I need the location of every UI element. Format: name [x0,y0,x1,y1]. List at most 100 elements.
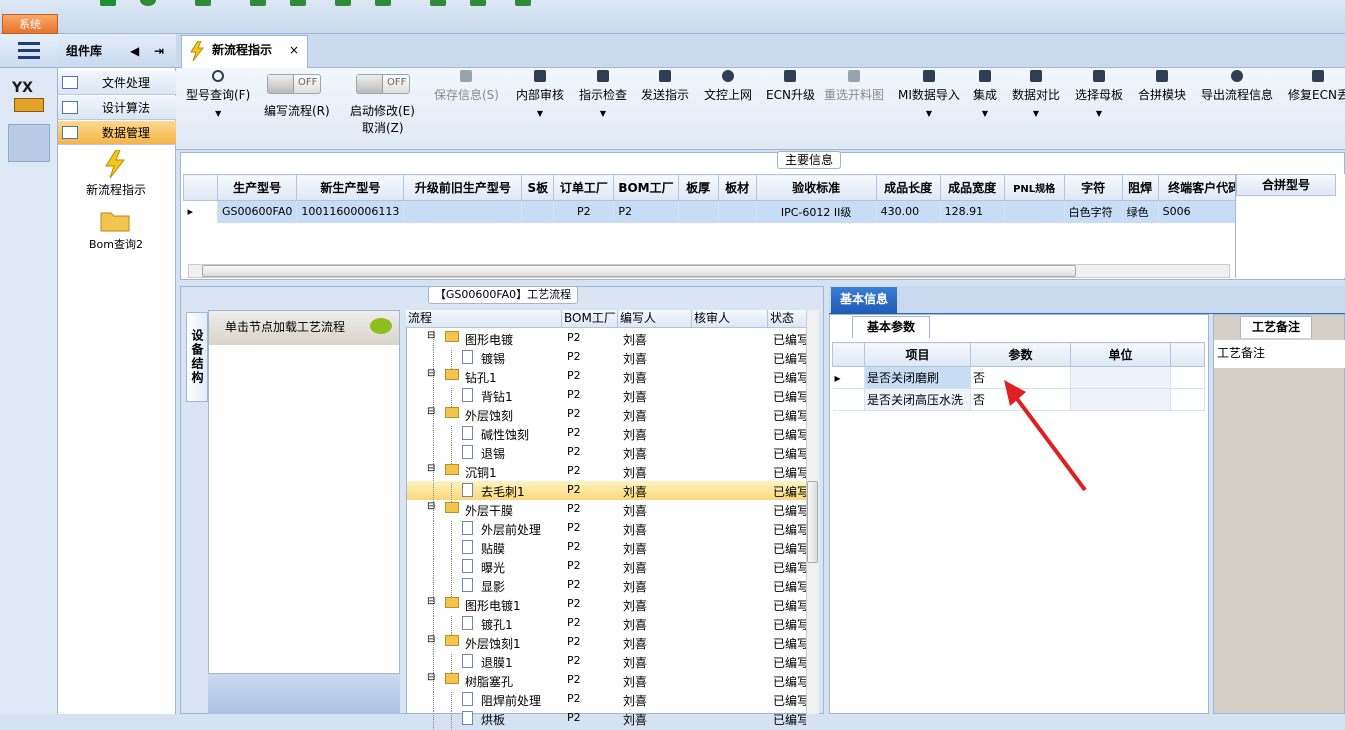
search-icon[interactable] [100,0,116,6]
col-header[interactable]: 流程 [406,310,562,328]
tree-row[interactable]: ⊟ 图形电镀 P2 刘喜 已编写 [407,329,807,350]
menu-button[interactable] [0,34,58,68]
edit-flow-toggle[interactable]: OFF [267,74,321,94]
tree-row[interactable]: ⊟ 外层蚀刻1 P2 刘喜 已编写 [407,633,807,654]
tree-row[interactable]: 退锡 P2 刘喜 已编写 [407,443,807,464]
toolbar-icon[interactable] [195,0,211,6]
tree-row[interactable]: 背钻1 P2 刘喜 已编写 [407,386,807,407]
collapse-icon[interactable]: ⊟ [427,368,435,379]
tool-new-flow[interactable]: 新流程指示 [66,181,166,198]
comp-item-data[interactable]: 数据管理 [58,121,176,145]
tab-equipment-structure[interactable]: 设备结构 [186,312,208,402]
col-header[interactable]: BOM工厂 [562,310,618,328]
model-query-button[interactable]: 型号查询(F) ▼ [186,70,250,118]
scrollbar-thumb[interactable] [202,265,1076,277]
repair-ecn-button[interactable]: 修复ECN丢 [1288,70,1345,103]
save-icon[interactable] [290,0,306,6]
col-header[interactable]: 成品长度 [875,174,941,201]
tools-icon[interactable] [250,0,266,6]
integrate-button[interactable]: 集成 ▼ [973,70,997,118]
table-row[interactable]: ▸ GS00600FA0 10011600006113 P2 P2 IPC-60… [183,200,1251,223]
yx-logo-icon[interactable]: YX [10,80,48,114]
tab-basic-params[interactable]: 基本参数 [852,316,930,338]
tree-row[interactable]: 显影 P2 刘喜 已编写 [407,576,807,597]
collapse-icon[interactable]: ⊟ [427,330,435,341]
tree-row[interactable]: 镀锡 P2 刘喜 已编写 [407,348,807,369]
col-header[interactable]: 状态 [768,310,806,328]
lock-icon[interactable] [430,0,446,6]
col-header[interactable]: 生产型号 [216,174,298,201]
tree-row[interactable]: 曝光 P2 刘喜 已编写 [407,557,807,578]
tree-row[interactable]: ⊟ 外层干膜 P2 刘喜 已编写 [407,500,807,521]
tree-row[interactable]: ⊟ 外层蚀刻 P2 刘喜 已编写 [407,405,807,426]
col-header[interactable]: S板 [521,174,555,201]
merge-module-button[interactable]: 合拼模块 [1138,70,1186,103]
tree-row[interactable]: 贴膜 P2 刘喜 已编写 [407,538,807,559]
pin-icon[interactable]: ⇥ [154,34,164,68]
grid-icon[interactable] [375,0,391,6]
col-header[interactable]: 字符 [1063,174,1123,201]
tree-row[interactable]: 外层前处理 P2 刘喜 已编写 [407,519,807,540]
tab-new-flow[interactable]: 新流程指示 × [181,35,308,68]
col-header[interactable]: PNL规格 [1003,174,1065,201]
collapse-icon[interactable]: ⊟ [427,596,435,607]
internal-review-button[interactable]: 内部审核 ▼ [516,70,564,118]
tree-row[interactable]: 碱性蚀刻 P2 刘喜 已编写 [407,424,807,445]
col-header[interactable]: BOM工厂 [613,174,679,201]
col-header[interactable]: 核审人 [692,310,768,328]
col-header[interactable]: 升级前旧生产型号 [403,174,523,201]
col-header[interactable]: 成品宽度 [939,174,1005,201]
tree-row[interactable]: 阻焊前处理 P2 刘喜 已编写 [407,690,807,711]
col-header[interactable]: 新生产型号 [296,174,405,201]
folder-open-icon[interactable] [100,208,130,232]
export-flow-button[interactable]: 导出流程信息 [1201,70,1273,103]
tool-bom-query[interactable]: Bom查询2 [66,236,166,252]
tree-row[interactable]: 镀孔1 P2 刘喜 已编写 [407,614,807,635]
ecn-upgrade-button[interactable]: ECN升级 [766,70,815,103]
indication-check-button[interactable]: 指示检查 ▼ [579,70,627,118]
enable-edit-toggle[interactable]: OFF [356,74,410,94]
tree-row[interactable]: ⊟ 树脂塞孔 P2 刘喜 已编写 [407,671,807,692]
comp-item-design[interactable]: 设计算法 [58,96,176,120]
collapse-icon[interactable]: ⊟ [427,501,435,512]
col-header[interactable]: 板材 [717,174,757,201]
cancel-label[interactable]: 取消(Z) [362,119,404,136]
comp-item-file[interactable]: 文件处理 [58,71,176,95]
collapse-icon[interactable]: ⊟ [427,463,435,474]
doc-icon[interactable] [515,0,531,6]
system-tab[interactable]: 系统 [2,14,58,34]
tree-row[interactable]: ⊟ 图形电镀1 P2 刘喜 已编写 [407,595,807,616]
col-header[interactable]: 参数 [970,342,1071,367]
close-icon[interactable]: × [289,36,299,64]
scrollbar-thumb[interactable] [807,481,818,563]
col-header[interactable]: 验收标准 [755,174,877,201]
col-header[interactable]: 项目 [864,342,971,367]
tree-row[interactable]: ⊟ 钻孔1 P2 刘喜 已编写 [407,367,807,388]
col-header[interactable]: 板厚 [677,174,719,201]
tab-basic-info[interactable]: 基本信息 [831,287,897,314]
col-header[interactable]: 单位 [1070,342,1171,367]
send-indication-button[interactable]: 发送指示 [641,70,689,103]
list-icon[interactable] [470,0,486,6]
calendar-icon[interactable] [8,124,50,162]
tree-row[interactable]: 烘板 P2 刘喜 已编写 [407,709,807,730]
collapse-icon[interactable]: ⊟ [427,672,435,683]
collapse-icon[interactable]: ⊟ [427,406,435,417]
upload-doc-button[interactable]: 文控上网 [704,70,752,103]
copy-icon[interactable] [335,0,351,6]
tree-row[interactable]: 去毛刺1 P2 刘喜 已编写 [407,481,807,502]
select-mother-button[interactable]: 选择母板 ▼ [1075,70,1123,118]
lightning-icon[interactable] [104,149,126,179]
col-header[interactable]: 合拼型号 [1236,174,1336,196]
collapse-icon[interactable]: ⊟ [427,634,435,645]
tree-row[interactable]: ⊟ 沉铜1 P2 刘喜 已编写 [407,462,807,483]
tab-process-notes[interactable]: 工艺备注 [1240,316,1312,338]
data-compare-button[interactable]: 数据对比 ▼ [1012,70,1060,118]
tree-row[interactable]: 退膜1 P2 刘喜 已编写 [407,652,807,673]
folder-icon [445,502,459,513]
col-header[interactable]: 订单工厂 [553,174,615,201]
col-header[interactable]: 阻焊 [1121,174,1159,201]
collapse-left-icon[interactable]: ◀ [130,34,139,68]
mi-import-button[interactable]: MI数据导入 ▼ [898,70,960,118]
col-header[interactable]: 编写人 [618,310,692,328]
